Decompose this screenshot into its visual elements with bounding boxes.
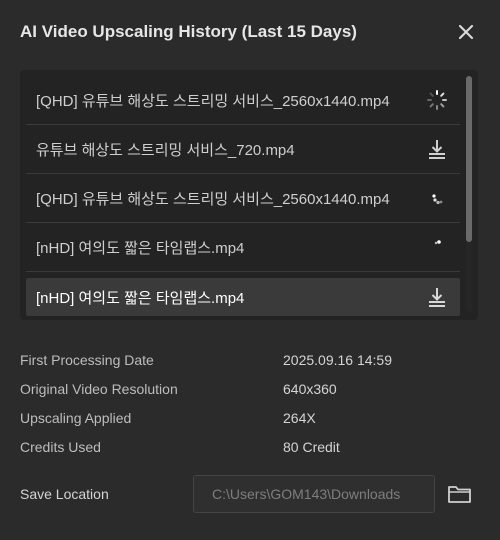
file-name: [QHD] 유튜브 해상도 스트리밍 서비스_2560x1440.mp4 xyxy=(36,190,390,208)
spinner-icon xyxy=(426,236,448,258)
list-item[interactable]: 유튜브 해상도 스트리밍 서비스_720.mp4 xyxy=(26,125,460,174)
close-icon[interactable] xyxy=(456,22,476,42)
detail-row: First Processing Date 2025.09.16 14:59 xyxy=(20,345,480,374)
detail-row: Credits Used 80 Credit xyxy=(20,432,480,461)
spinner-icon xyxy=(426,89,448,111)
upscaling-applied-value: 264X xyxy=(283,409,316,426)
upscaling-applied-label: Upscaling Applied xyxy=(20,409,132,426)
original-resolution-label: Original Video Resolution xyxy=(20,380,178,397)
folder-icon[interactable] xyxy=(447,482,473,506)
credits-used-label: Credits Used xyxy=(20,438,101,455)
credits-used-value: 80 Credit xyxy=(283,438,340,455)
history-list[interactable]: [QHD] 유튜브 해상도 스트리밍 서비스_2560x1440.mp4 유튜브… xyxy=(20,70,478,320)
list-item[interactable]: [QHD] 유튜브 해상도 스트리밍 서비스_2560x1440.mp4 xyxy=(26,174,460,223)
spinner-icon xyxy=(426,187,448,209)
details-section: First Processing Date 2025.09.16 14:59 O… xyxy=(20,345,480,461)
first-processing-date-label: First Processing Date xyxy=(20,351,154,368)
save-location-field[interactable] xyxy=(193,475,435,513)
list-item-selected[interactable]: [nHD] 여의도 짧은 타임랩스.mp4 xyxy=(26,278,460,316)
file-name: [nHD] 여의도 짧은 타임랩스.mp4 xyxy=(36,239,245,257)
download-icon[interactable] xyxy=(426,138,448,160)
list-item[interactable]: [QHD] 유튜브 해상도 스트리밍 서비스_2560x1440.mp4 xyxy=(26,76,460,125)
scrollbar-thumb[interactable] xyxy=(466,76,472,242)
dialog-title: AI Video Upscaling History (Last 15 Days… xyxy=(20,22,357,41)
file-name: [nHD] 여의도 짧은 타임랩스.mp4 xyxy=(36,289,245,307)
save-location-label: Save Location xyxy=(20,486,109,502)
list-item[interactable]: [nHD] 여의도 짧은 타임랩스.mp4 xyxy=(26,223,460,272)
scrollbar[interactable] xyxy=(466,76,472,312)
first-processing-date-value: 2025.09.16 14:59 xyxy=(283,351,392,368)
upscaling-history-dialog: AI Video Upscaling History (Last 15 Days… xyxy=(0,0,500,540)
download-icon[interactable] xyxy=(426,286,448,308)
original-resolution-value: 640x360 xyxy=(283,380,337,397)
file-name: [QHD] 유튜브 해상도 스트리밍 서비스_2560x1440.mp4 xyxy=(36,92,390,110)
detail-row: Upscaling Applied 264X xyxy=(20,403,480,432)
file-name: 유튜브 해상도 스트리밍 서비스_720.mp4 xyxy=(36,141,295,159)
detail-row: Original Video Resolution 640x360 xyxy=(20,374,480,403)
